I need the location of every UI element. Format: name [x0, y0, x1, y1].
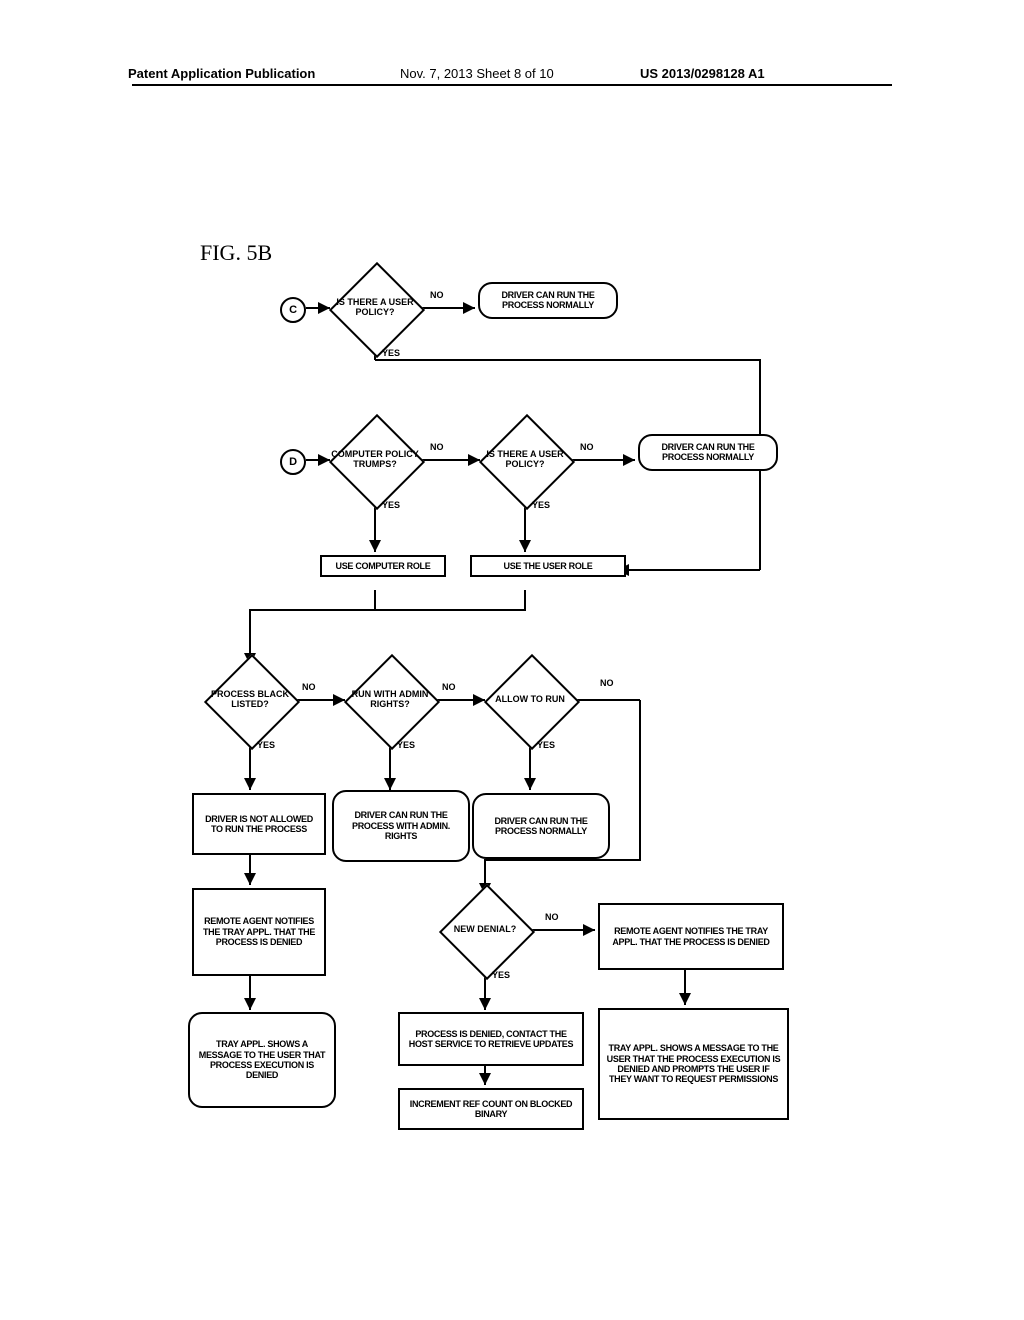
label-no: NO	[430, 290, 444, 300]
label-yes: YES	[257, 740, 275, 750]
decision-user-policy-1: IS THERE A USER POLICY?	[330, 273, 420, 343]
label-no: NO	[442, 682, 456, 692]
terminal-run-normally-1: DRIVER CAN RUN THE PROCESS NORMALLY	[478, 282, 618, 319]
process-remote-agent-notify-left: REMOTE AGENT NOTIFIES THE TRAY APPL. THA…	[192, 888, 326, 976]
header-rule	[132, 84, 892, 86]
label-no: NO	[580, 442, 594, 452]
label-yes: YES	[382, 500, 400, 510]
terminal-run-normally-2: DRIVER CAN RUN THE PROCESS NORMALLY	[638, 434, 778, 471]
label-yes: YES	[382, 348, 400, 358]
connector-c: C	[280, 297, 306, 323]
decision-computer-policy-trumps: COMPUTER POLICY TRUMPS?	[330, 425, 420, 495]
process-remote-agent-notify-right: REMOTE AGENT NOTIFIES THE TRAY APPL. THA…	[598, 903, 784, 970]
terminal-tray-denied: TRAY APPL. SHOWS A MESSAGE TO THE USER T…	[188, 1012, 336, 1108]
label-no: NO	[302, 682, 316, 692]
label-yes: YES	[532, 500, 550, 510]
label-yes: YES	[537, 740, 555, 750]
label-yes: YES	[492, 970, 510, 980]
label-yes: YES	[397, 740, 415, 750]
process-use-computer-role: USE COMPUTER ROLE	[320, 555, 446, 577]
connector-d: D	[280, 449, 306, 475]
terminal-run-admin: DRIVER CAN RUN THE PROCESS WITH ADMIN. R…	[332, 790, 470, 862]
header-right: US 2013/0298128 A1	[640, 66, 765, 81]
label-no: NO	[545, 912, 559, 922]
decision-allow-to-run: ALLOW TO RUN	[485, 665, 575, 735]
process-contact-host: PROCESS IS DENIED, CONTACT THE HOST SERV…	[398, 1012, 584, 1066]
process-use-user-role: USE THE USER ROLE	[470, 555, 626, 577]
process-increment-ref: INCREMENT REF COUNT ON BLOCKED BINARY	[398, 1088, 584, 1130]
process-tray-prompt: TRAY APPL. SHOWS A MESSAGE TO THE USER T…	[598, 1008, 789, 1120]
patent-header: Patent Application Publication Nov. 7, 2…	[0, 84, 1024, 86]
decision-admin-rights: RUN WITH ADMIN RIGHTS?	[345, 665, 435, 735]
process-not-allowed: DRIVER IS NOT ALLOWED TO RUN THE PROCESS	[192, 793, 326, 855]
label-no: NO	[430, 442, 444, 452]
decision-new-denial: NEW DENIAL?	[440, 895, 530, 965]
header-mid: Nov. 7, 2013 Sheet 8 of 10	[400, 66, 554, 81]
decision-black-listed: PROCESS BLACK LISTED?	[205, 665, 295, 735]
terminal-run-normally-3: DRIVER CAN RUN THE PROCESS NORMALLY	[472, 793, 610, 859]
header-left: Patent Application Publication	[128, 66, 315, 81]
label-no: NO	[600, 678, 614, 688]
decision-user-policy-2: IS THERE A USER POLICY?	[480, 425, 570, 495]
figure-title: FIG. 5B	[200, 240, 272, 266]
